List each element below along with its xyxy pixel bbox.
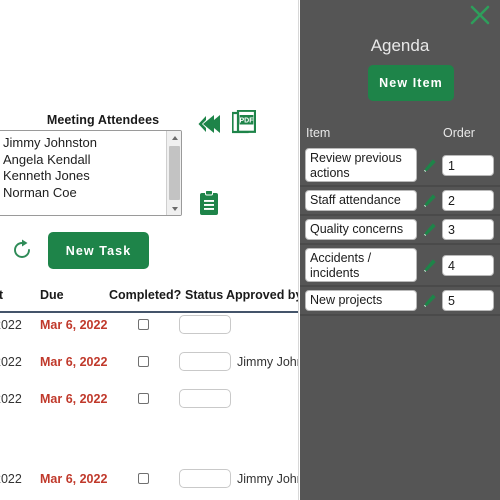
- new-item-button[interactable]: New Item: [368, 65, 454, 101]
- clipboard-icon[interactable]: [198, 190, 220, 216]
- meeting-attendees-listbox[interactable]: Jimmy Johnston Angela Kendall Kenneth Jone…: [0, 130, 182, 216]
- cell-due-date: Mar 6, 2022: [40, 472, 108, 486]
- agenda-item-list: Review previous actions 1 Staff attendance…: [300, 145, 500, 316]
- scroll-up-icon[interactable]: [167, 131, 181, 144]
- agenda-item-input[interactable]: Review previous actions: [305, 148, 417, 182]
- meeting-attendees-label: Meeting Attendees: [46, 113, 160, 127]
- agenda-row[interactable]: New projects 5: [300, 287, 500, 316]
- app-root: Meeting Attendees Jimmy Johnston Angela K…: [0, 0, 500, 500]
- status-input[interactable]: [179, 315, 231, 334]
- agenda-row[interactable]: Staff attendance 2: [300, 187, 500, 216]
- cell-start: 2022: [0, 318, 22, 332]
- attendee-item[interactable]: Kenneth Jones: [3, 168, 165, 185]
- agenda-table-header: Item Order: [300, 126, 500, 144]
- attendees-list[interactable]: Jimmy Johnston Angela Kendall Kenneth Jone…: [0, 131, 165, 215]
- close-icon[interactable]: [468, 3, 492, 27]
- cell-start: 2022: [0, 392, 22, 406]
- agenda-order-input[interactable]: 5: [442, 290, 494, 311]
- agenda-row[interactable]: Accidents / incidents 4: [300, 245, 500, 287]
- scrollbar-thumb[interactable]: [169, 146, 180, 200]
- column-header-approved-by[interactable]: Approved by: [226, 288, 299, 302]
- attendee-item[interactable]: Jimmy Johnston: [3, 135, 165, 152]
- attendee-item[interactable]: Norman Coe: [3, 185, 165, 202]
- svg-text:PDF: PDF: [240, 117, 255, 124]
- edit-pencil-icon[interactable]: [422, 222, 437, 237]
- main-content-pane: Meeting Attendees Jimmy Johnston Angela K…: [0, 0, 299, 500]
- pane-divider: [298, 0, 299, 500]
- completed-checkbox[interactable]: [138, 393, 149, 404]
- cell-approved-by: Jimmy Johnsto: [237, 472, 299, 486]
- agenda-order-input[interactable]: 2: [442, 190, 494, 211]
- agenda-item-input[interactable]: Accidents / incidents: [305, 248, 417, 282]
- new-task-button[interactable]: New Task: [48, 232, 149, 269]
- column-header-start[interactable]: rt: [0, 288, 3, 302]
- agenda-title: Agenda: [370, 36, 430, 55]
- task-table-header: rt Due Completed? Status Approved by: [0, 288, 299, 313]
- completed-checkbox[interactable]: [138, 473, 149, 484]
- header-divider: [0, 311, 299, 313]
- agenda-order-input[interactable]: 4: [442, 254, 494, 276]
- scroll-down-icon[interactable]: [167, 202, 181, 215]
- agenda-order-input[interactable]: 1: [442, 154, 494, 176]
- status-input[interactable]: [179, 469, 231, 488]
- cell-due-date: Mar 6, 2022: [40, 318, 108, 332]
- agenda-column-header-order: Order: [443, 126, 475, 140]
- column-header-due[interactable]: Due: [40, 288, 64, 302]
- pdf-export-icon[interactable]: PDF: [231, 109, 257, 136]
- attendees-scrollbar[interactable]: [166, 131, 181, 215]
- agenda-item-input[interactable]: New projects: [305, 290, 417, 311]
- agenda-row[interactable]: Quality concerns 3: [300, 216, 500, 245]
- agenda-order-input[interactable]: 3: [442, 219, 494, 240]
- agenda-item-input[interactable]: Staff attendance: [305, 190, 417, 211]
- cell-approved-by: Jimmy Johnsto: [237, 355, 299, 369]
- column-header-completed[interactable]: Completed?: [109, 288, 181, 302]
- agenda-item-input[interactable]: Quality concerns: [305, 219, 417, 240]
- edit-pencil-icon[interactable]: [422, 158, 437, 173]
- column-header-status[interactable]: Status: [185, 288, 223, 302]
- edit-pencil-icon[interactable]: [422, 293, 437, 308]
- agenda-row[interactable]: Review previous actions 1: [300, 145, 500, 187]
- attendee-item[interactable]: Angela Kendall: [3, 152, 165, 169]
- cell-start: 2022: [0, 472, 22, 486]
- completed-checkbox[interactable]: [138, 319, 149, 330]
- refresh-icon[interactable]: [10, 238, 34, 262]
- task-table: rt Due Completed? Status Approved by 202…: [0, 288, 299, 488]
- cell-due-date: Mar 6, 2022: [40, 355, 108, 369]
- edit-pencil-icon[interactable]: [422, 258, 437, 273]
- edit-pencil-icon[interactable]: [422, 193, 437, 208]
- status-input[interactable]: [179, 352, 231, 371]
- completed-checkbox[interactable]: [138, 356, 149, 367]
- back-double-arrow-icon[interactable]: [197, 112, 229, 136]
- agenda-panel: Agenda New Item Item Order Review previo…: [300, 0, 500, 500]
- cell-due-date: Mar 6, 2022: [40, 392, 108, 406]
- agenda-column-header-item: Item: [306, 126, 331, 140]
- cell-start: 2022: [0, 355, 22, 369]
- status-input[interactable]: [179, 389, 231, 408]
